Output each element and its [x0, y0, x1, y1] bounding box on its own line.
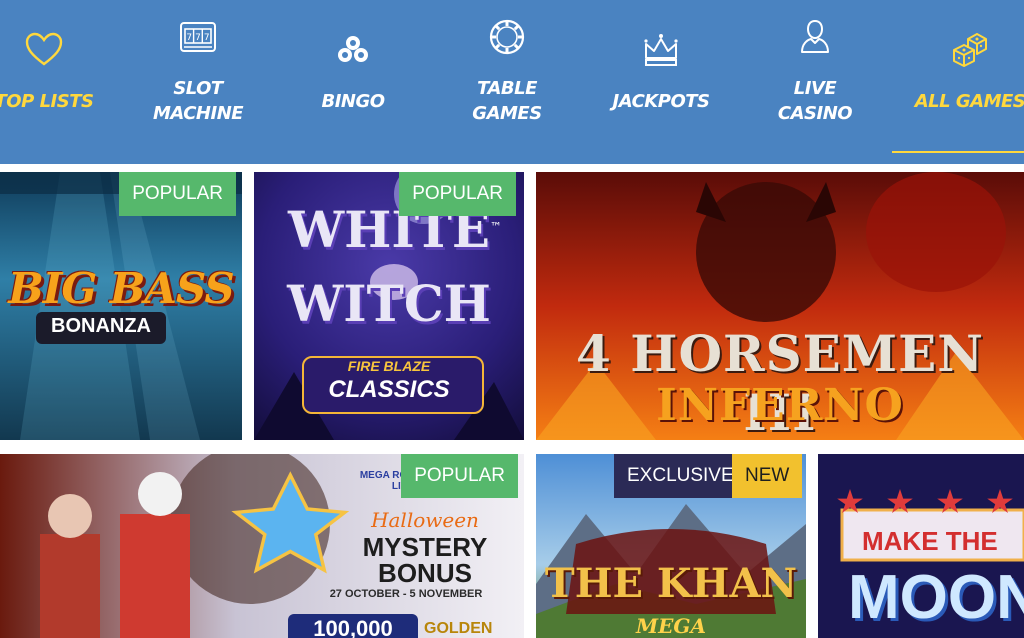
- game-subtitle: BONANZA: [51, 315, 151, 337]
- nav-label-slot-machine: SLOT MACHINE: [152, 78, 244, 124]
- game-subtitle: INFERNO: [656, 380, 904, 431]
- nav-item-slot-machine[interactable]: 777 SLOT MACHINE: [128, 0, 268, 164]
- game-title: BIG BASS: [8, 264, 234, 313]
- nav-label-jackpots: JACKPOTS: [612, 91, 710, 112]
- nav-item-live-casino[interactable]: LIVE CASINO: [745, 0, 885, 164]
- game-tile-the-khan[interactable]: THE KHAN MEGA EXCLUSIVE NEW: [536, 454, 806, 638]
- nav-label-all-games: ALL GAMES: [914, 91, 1024, 112]
- promo-dates: 27 OCTOBER - 5 NOVEMBER: [329, 588, 483, 600]
- nav-item-top-lists[interactable]: TOP LISTS: [0, 0, 114, 164]
- heart-icon: [24, 30, 64, 70]
- badge-popular: POPULAR: [119, 172, 236, 216]
- person-icon: [795, 16, 835, 56]
- crown-icon: [641, 30, 681, 70]
- game-subtitle-2: CLASSICS: [328, 376, 450, 403]
- nav-label-top-lists: TOP LISTS: [0, 91, 94, 112]
- badge-popular: POPULAR: [401, 454, 518, 498]
- game-tile-big-bass-bonanza[interactable]: BIG BASS BONANZA POPULAR: [0, 172, 242, 440]
- game-subtitle: MEGA: [636, 614, 706, 638]
- badge-new: NEW: [732, 454, 803, 498]
- prize-label: GOLDEN: [424, 620, 493, 637]
- game-tile-4-horsemen-iii-inferno[interactable]: 4 HORSEMEN III INFERNO: [536, 172, 1024, 440]
- game-tile-make-the-moon[interactable]: MAKE THE MOON: [818, 454, 1024, 638]
- nav-label-table-games: TABLE GAMES: [472, 78, 542, 124]
- game-title: THE KHAN: [544, 560, 798, 607]
- halloween-label: Halloween: [371, 508, 479, 532]
- bingo-balls-icon: [333, 30, 373, 70]
- svg-text:7: 7: [195, 33, 201, 43]
- prize-amount: 100,000: [288, 614, 418, 638]
- svg-text:7: 7: [204, 33, 210, 43]
- game-tile-halloween-mystery-bonus[interactable]: MEGA ROULETTE LIVE Halloween MYSTERY BON…: [0, 454, 524, 638]
- slot-machine-icon: 777: [178, 18, 218, 58]
- nav-item-bingo[interactable]: BINGO: [283, 0, 423, 164]
- roulette-chip-icon: [487, 17, 527, 57]
- nav-label-bingo: BINGO: [321, 91, 385, 112]
- nav-label-live-casino: LIVE CASINO: [777, 78, 853, 124]
- game-tile-white-witch[interactable]: WHITE WITCH ™ FIRE BLAZE CLASSICS POPULA…: [254, 172, 524, 440]
- badge-popular: POPULAR: [399, 172, 516, 216]
- badge-exclusive: EXCLUSIVE: [614, 454, 747, 498]
- category-nav: TOP LISTS 777 SLOT MACHINE BINGO TABLE G…: [0, 0, 1024, 164]
- active-tab-underline: [892, 151, 1024, 153]
- game-title-line2: WITCH: [287, 274, 491, 333]
- nav-item-all-games[interactable]: ALL GAMES: [900, 0, 1024, 164]
- promo-title-line2: BONUS: [378, 558, 472, 588]
- nav-item-table-games[interactable]: TABLE GAMES: [437, 0, 577, 164]
- game-title-line2: MOON: [848, 563, 1024, 632]
- game-subtitle: FIRE BLAZE: [347, 358, 431, 374]
- game-title: MAKE THE: [862, 526, 998, 556]
- nav-item-jackpots[interactable]: JACKPOTS: [591, 0, 731, 164]
- svg-text:7: 7: [186, 33, 192, 43]
- trademark-symbol: ™: [490, 220, 502, 234]
- dice-icon: [950, 30, 990, 70]
